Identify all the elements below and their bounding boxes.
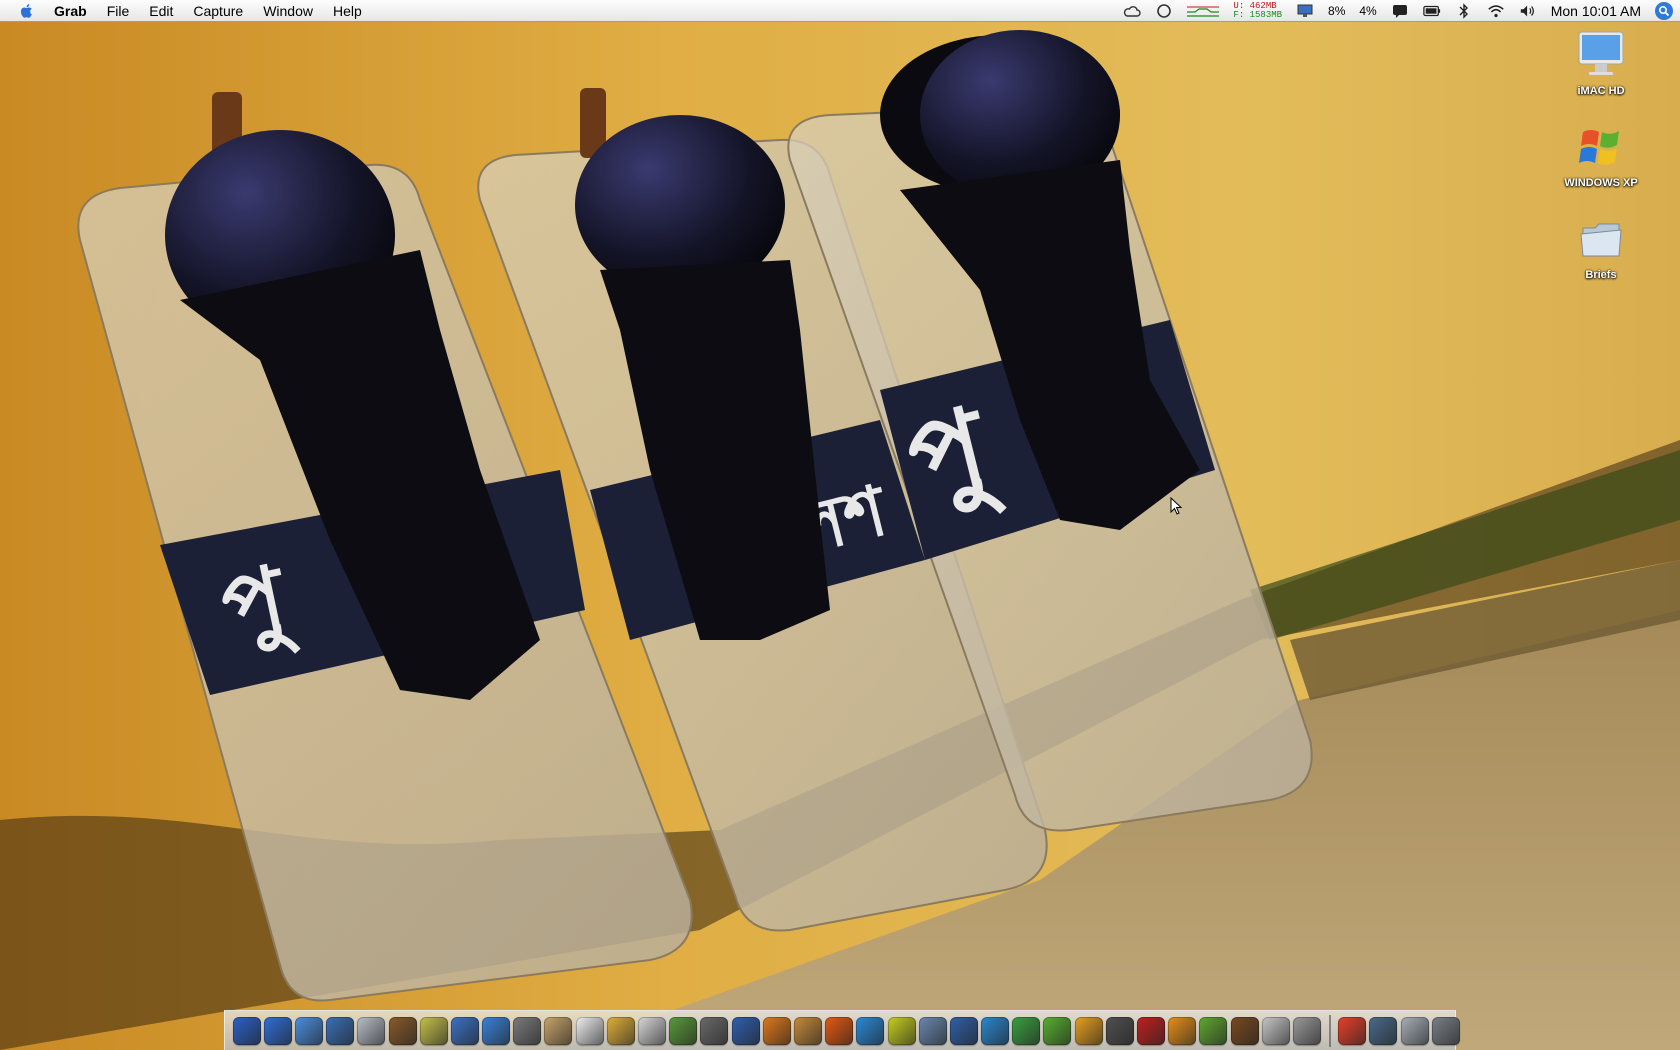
memory-free: F: 1583MB <box>1233 10 1283 20</box>
dock-app-icon[interactable] <box>419 1016 448 1045</box>
dock-app-icon[interactable] <box>263 1016 292 1045</box>
dock-app-icon[interactable] <box>544 1016 573 1045</box>
dock-app-icon[interactable] <box>357 1016 386 1045</box>
mouse-cursor-icon <box>1170 497 1182 515</box>
display-icon[interactable] <box>1296 3 1314 19</box>
dock-app-icon[interactable] <box>1105 1016 1134 1045</box>
dock-app-icon[interactable] <box>669 1016 698 1045</box>
memory-meter[interactable]: U: 462MB F: 1583MB <box>1233 2 1282 20</box>
dock-app-icon[interactable] <box>606 1016 635 1045</box>
menu-edit[interactable]: Edit <box>139 0 183 22</box>
battery-icon[interactable] <box>1422 3 1441 19</box>
menu-capture[interactable]: Capture <box>183 0 253 22</box>
dock-app-icon[interactable] <box>1199 1016 1228 1045</box>
dock-app-icon[interactable] <box>388 1016 417 1045</box>
desktop-icon-briefs[interactable]: Briefs <box>1556 214 1646 281</box>
hard-drive-icon <box>1578 31 1624 75</box>
dock-app-icon[interactable] <box>793 1016 822 1045</box>
status-menus: U: 462MB F: 1583MB 8% 4% Mon 10:01 AM <box>1116 0 1680 22</box>
menu-help[interactable]: Help <box>323 0 372 22</box>
wifi-icon[interactable] <box>1487 3 1505 19</box>
dock <box>224 1010 1460 1050</box>
dock-app-icon[interactable] <box>513 1016 542 1045</box>
dock-app-icon[interactable] <box>1261 1016 1290 1045</box>
dock-app-icon[interactable] <box>232 1016 261 1045</box>
windows-logo-icon <box>1579 130 1619 165</box>
menu-bar: Grab File Edit Capture Window Help U: 46… <box>0 0 1680 22</box>
dock-app-icon[interactable] <box>1431 1016 1460 1045</box>
folder-icon <box>1580 223 1622 257</box>
desktop-icon-windows-xp[interactable]: WINDOWS XP <box>1556 122 1646 189</box>
dock-app-icon[interactable] <box>294 1016 323 1045</box>
menu-window[interactable]: Window <box>253 0 323 22</box>
dock-app-icon[interactable] <box>856 1016 885 1045</box>
menu-file[interactable]: File <box>97 0 140 22</box>
dock-app-icon[interactable] <box>887 1016 916 1045</box>
volume-icon[interactable] <box>1519 3 1537 19</box>
dock-app-icon[interactable] <box>450 1016 479 1045</box>
dock-app-icon[interactable] <box>326 1016 355 1045</box>
dock-app-icon[interactable] <box>700 1016 729 1045</box>
desktop-wallpaper: পু লিশ পু <box>0 0 1680 1050</box>
dock-app-icon[interactable] <box>825 1016 854 1045</box>
desktop-icon-label: iMAC HD <box>1577 85 1625 97</box>
desktop-icon-label: Briefs <box>1585 269 1617 281</box>
dock-utilities <box>1337 1016 1462 1045</box>
network-graph-icon[interactable] <box>1187 3 1220 19</box>
dock-app-icon[interactable] <box>1400 1016 1429 1045</box>
desktop-icon-imac-hd[interactable]: iMAC HD <box>1556 30 1646 97</box>
dock-app-icon[interactable] <box>638 1016 667 1045</box>
dock-app-icon[interactable] <box>575 1016 604 1045</box>
dock-app-icon[interactable] <box>981 1016 1010 1045</box>
dock-app-icon[interactable] <box>1168 1016 1197 1045</box>
sync-circle-icon[interactable] <box>1155 3 1173 19</box>
dock-app-icon[interactable] <box>1043 1016 1072 1045</box>
dock-app-icon[interactable] <box>1292 1016 1321 1045</box>
dock-separator <box>1328 1014 1331 1047</box>
cpu-meter-2[interactable]: 4% <box>1359 4 1376 18</box>
dock-app-icon[interactable] <box>762 1016 791 1045</box>
dock-app-icon[interactable] <box>1137 1016 1166 1045</box>
cpu-meter-1[interactable]: 8% <box>1328 4 1345 18</box>
desktop-icon-label: WINDOWS XP <box>1564 177 1638 189</box>
dock-app-icon[interactable] <box>949 1016 978 1045</box>
chat-bubble-icon[interactable] <box>1391 3 1409 19</box>
dock-app-icon[interactable] <box>731 1016 760 1045</box>
dock-app-icon[interactable] <box>1012 1016 1041 1045</box>
dock-app-icon[interactable] <box>918 1016 947 1045</box>
dock-app-icon[interactable] <box>1338 1016 1367 1045</box>
spotlight-search-icon[interactable] <box>1655 2 1673 20</box>
app-menu-grab[interactable]: Grab <box>50 0 97 22</box>
backup-cloud-icon[interactable] <box>1123 3 1142 19</box>
apple-menu-icon[interactable] <box>18 2 36 20</box>
dock-app-icon[interactable] <box>1074 1016 1103 1045</box>
dock-apps <box>231 1016 1323 1045</box>
bluetooth-icon[interactable] <box>1455 3 1473 19</box>
dock-app-icon[interactable] <box>1230 1016 1259 1045</box>
dock-app-icon[interactable] <box>1369 1016 1398 1045</box>
dock-app-icon[interactable] <box>482 1016 511 1045</box>
menubar-clock[interactable]: Mon 10:01 AM <box>1551 3 1641 19</box>
